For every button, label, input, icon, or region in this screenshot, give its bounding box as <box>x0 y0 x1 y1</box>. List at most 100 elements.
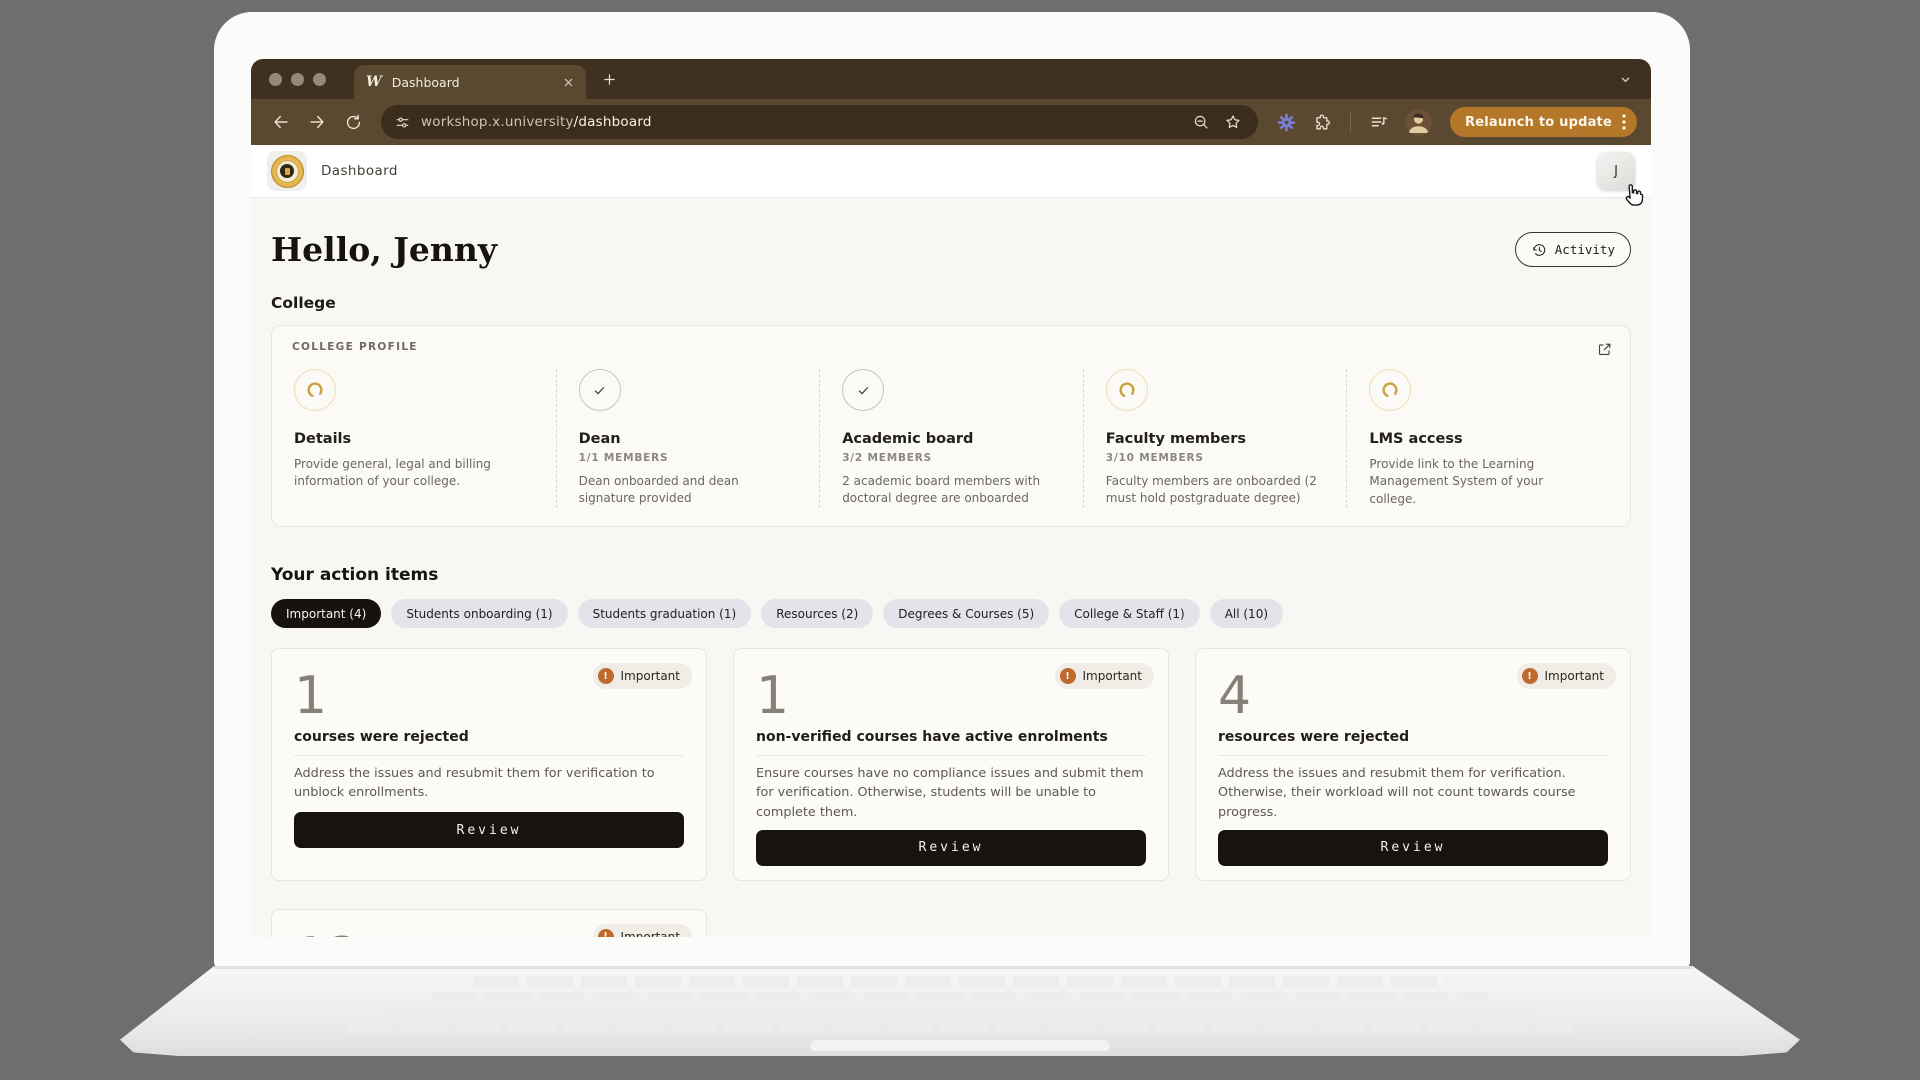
profile-step-title: LMS access <box>1369 431 1463 447</box>
kebab-menu-icon[interactable] <box>1622 114 1626 130</box>
college-section-heading: College <box>271 294 336 312</box>
reload-icon[interactable] <box>337 106 369 138</box>
media-controls-icon[interactable] <box>1363 106 1395 138</box>
status-progress-icon <box>1369 369 1412 411</box>
profile-step-details: Details Provide general, legal and billi… <box>292 369 556 508</box>
profile-step-description: Faculty members are onboarded (2 must ho… <box>1105 474 1317 506</box>
browser-profile-avatar[interactable] <box>1405 108 1432 136</box>
action-description: Ensure courses have no compliance issues… <box>756 766 1144 820</box>
filter-chip-students-onboarding[interactable]: Students onboarding (1) <box>391 599 568 629</box>
status-progress-icon <box>294 369 336 411</box>
profile-step-dean: Dean 1/1 MEMBERS Dean onboarded and dean… <box>555 369 820 509</box>
profile-step-academic-board: Academic board 3/2 MEMBERS 2 academic bo… <box>819 369 1083 509</box>
tab-close-icon[interactable] <box>563 77 574 88</box>
url-text[interactable]: workshop.x.university/dashboard <box>421 114 652 130</box>
profile-step-description: 2 academic board members with doctoral d… <box>842 474 1041 506</box>
action-card: ! Important 4 resources were rejected Ad… <box>1195 648 1631 881</box>
tab-favicon-icon: W <box>366 74 382 90</box>
action-description: Address the issues and resubmit them for… <box>294 766 655 801</box>
filter-chip-row: Important (4) Students onboarding (1) St… <box>271 599 1631 629</box>
browser-toolbar: workshop.x.university/dashboard Relaunch… <box>251 99 1651 145</box>
activity-button[interactable]: Activity <box>1514 232 1631 267</box>
window-controls[interactable] <box>269 72 326 86</box>
desktop-background: W Dashboard workshop.x.university/dashbo… <box>0 0 1920 1080</box>
card-divider <box>294 755 684 757</box>
pointer-cursor-icon <box>1619 182 1645 208</box>
profile-step-members: 1/1 MEMBERS <box>578 452 669 464</box>
profile-step-title: Academic board <box>842 431 974 447</box>
important-badge: ! Important <box>592 923 692 937</box>
profile-step-title: Faculty members <box>1105 431 1247 447</box>
review-button[interactable]: Review <box>756 829 1146 866</box>
window-maximize-button[interactable] <box>313 72 326 86</box>
filter-chip-important[interactable]: Important (4) <box>271 599 382 629</box>
status-done-icon <box>842 369 885 411</box>
external-link-icon[interactable] <box>1596 341 1613 358</box>
action-card-partial: ! Important 12 <box>271 908 707 937</box>
bookmark-star-icon[interactable] <box>1224 113 1242 131</box>
url-path: /dashboard <box>573 114 652 130</box>
status-progress-icon <box>1105 369 1148 411</box>
app-header: Dashboard J <box>251 145 1651 206</box>
action-cards-row-2: ! Important 12 <box>271 908 1631 937</box>
laptop-trackpad <box>810 1040 1110 1051</box>
extensions-puzzle-icon[interactable] <box>1306 106 1338 138</box>
profile-step-members: 3/2 MEMBERS <box>842 452 932 464</box>
tab-search-chevron-icon[interactable] <box>1618 72 1633 87</box>
profile-step-description: Provide general, legal and billing infor… <box>294 457 491 489</box>
url-host: workshop.x.university <box>421 114 574 130</box>
college-profile-card: COLLEGE PROFILE Details Provide general,… <box>271 325 1631 528</box>
profile-step-title: Dean <box>578 431 621 447</box>
college-seal-logo[interactable] <box>267 151 307 191</box>
laptop-keyboard <box>388 1008 1532 1019</box>
filter-chip-all[interactable]: All (10) <box>1209 599 1284 629</box>
browser-tab-strip: W Dashboard <box>251 59 1651 99</box>
zoom-out-icon[interactable] <box>1192 113 1210 131</box>
action-cards-row: ! Important 1 courses were rejected Addr… <box>271 648 1631 881</box>
action-title: resources were rejected <box>1218 729 1410 746</box>
new-tab-button[interactable] <box>602 72 617 87</box>
profile-step-description: Provide link to the Learning Management … <box>1369 457 1544 506</box>
page-greeting: Hello, Jenny <box>271 230 498 269</box>
alert-dot-icon: ! <box>597 668 614 685</box>
activity-label: Activity <box>1554 242 1615 257</box>
window-minimize-button[interactable] <box>291 72 304 86</box>
action-card: ! Important 1 non-verified courses have … <box>733 648 1169 881</box>
window-close-button[interactable] <box>269 72 282 86</box>
action-card: ! Important 1 courses were rejected Addr… <box>271 648 707 881</box>
extension-gear-icon[interactable] <box>1270 106 1302 138</box>
browser-tab[interactable]: W Dashboard <box>354 65 586 99</box>
page-content: Hello, Jenny Activity College COLLEGE PR… <box>251 230 1651 937</box>
history-icon <box>1531 242 1547 258</box>
site-settings-icon[interactable] <box>394 114 411 131</box>
address-bar[interactable]: workshop.x.university/dashboard <box>381 105 1258 139</box>
important-badge: ! Important <box>592 663 692 690</box>
toolbar-divider <box>1350 112 1351 132</box>
page-viewport: Dashboard J Hello, Jenny Activity Colleg… <box>251 145 1651 937</box>
review-button[interactable]: Review <box>1218 829 1608 866</box>
profile-step-description: Dean onboarded and dean signature provid… <box>578 474 739 506</box>
laptop-screen: W Dashboard workshop.x.university/dashbo… <box>214 12 1690 968</box>
important-badge: ! Important <box>1054 663 1154 690</box>
profile-step-title: Details <box>294 431 352 447</box>
relaunch-button[interactable]: Relaunch to update <box>1450 107 1637 137</box>
review-button[interactable]: Review <box>294 812 684 849</box>
profile-step-faculty-members: Faculty members 3/10 MEMBERS Faculty mem… <box>1082 369 1347 509</box>
forward-icon[interactable] <box>301 106 333 138</box>
card-divider <box>756 755 1146 757</box>
profile-step-members: 3/10 MEMBERS <box>1105 452 1204 464</box>
laptop-base <box>120 966 1800 1056</box>
tab-title: Dashboard <box>391 74 460 90</box>
action-title: courses were rejected <box>294 729 469 746</box>
filter-chip-degrees-courses[interactable]: Degrees & Courses (5) <box>883 599 1050 629</box>
filter-chip-college-staff[interactable]: College & Staff (1) <box>1059 599 1200 629</box>
laptop-keyboard <box>346 1024 1574 1035</box>
action-items-heading: Your action items <box>271 565 439 586</box>
browser-window: W Dashboard workshop.x.university/dashbo… <box>251 59 1651 937</box>
filter-chip-resources[interactable]: Resources (2) <box>761 599 874 629</box>
filter-chip-students-graduation[interactable]: Students graduation (1) <box>577 599 752 629</box>
card-divider <box>1218 755 1608 757</box>
action-title: non-verified courses have active enrolme… <box>756 729 1108 746</box>
relaunch-label: Relaunch to update <box>1465 114 1612 130</box>
back-icon[interactable] <box>265 106 297 138</box>
